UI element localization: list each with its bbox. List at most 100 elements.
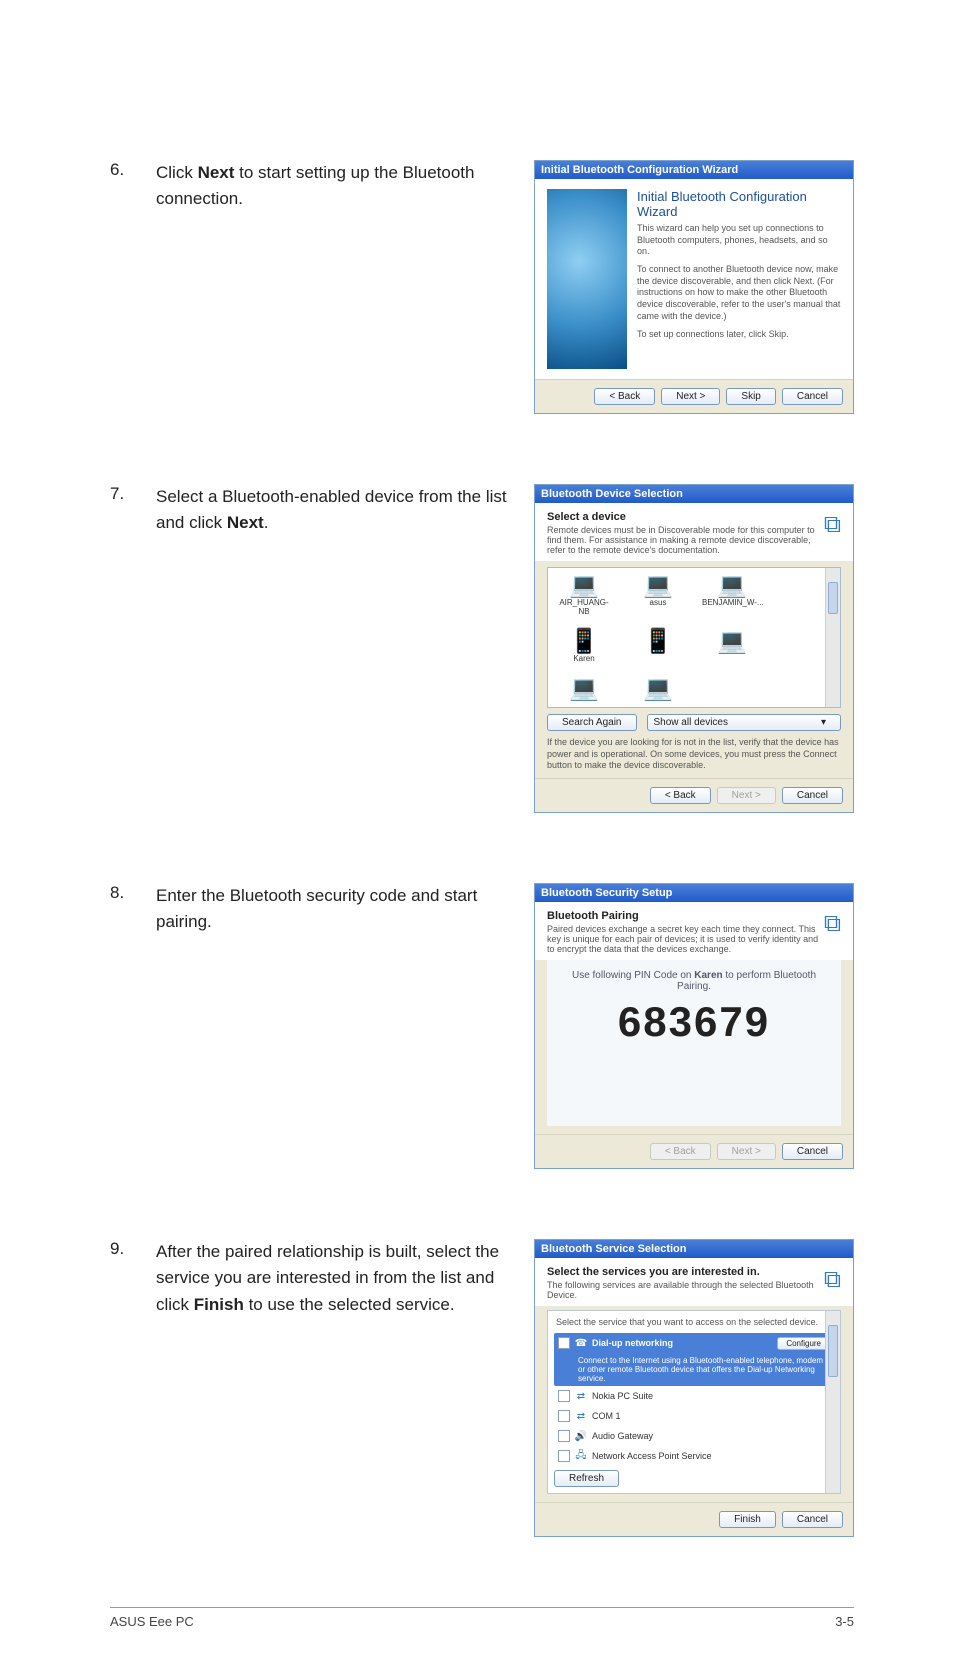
back-button[interactable]: < Back xyxy=(594,388,655,405)
phone-icon: 📱 xyxy=(554,630,614,654)
checkbox[interactable] xyxy=(558,1450,570,1462)
footer-left: ASUS Eee PC xyxy=(110,1614,194,1629)
service-item[interactable]: ⇄COM 1 xyxy=(554,1406,834,1426)
device-label: BENJAMIN_W-... xyxy=(702,598,762,607)
bluetooth-icon: ⧉ xyxy=(824,910,841,954)
service-item[interactable]: ⇄Nokia PC Suite xyxy=(554,1386,834,1406)
device-item[interactable]: 💻asus xyxy=(628,574,688,616)
text-fragment: Select a Bluetooth-enabled device from t… xyxy=(156,487,507,532)
step-number: 8. xyxy=(110,883,156,903)
dialog-title: Bluetooth Device Selection xyxy=(535,485,853,503)
checkbox[interactable] xyxy=(558,1430,570,1442)
service-list: Select the service that you want to acce… xyxy=(547,1310,841,1494)
step-8: 8. Enter the Bluetooth security code and… xyxy=(110,883,854,1169)
dialog-subtitle: Bluetooth Pairing xyxy=(547,910,639,922)
device-item[interactable]: 💻 xyxy=(628,677,688,701)
laptop-icon: 💻 xyxy=(702,574,762,598)
device-label: Karen xyxy=(554,654,614,663)
service-label: Dial-up networking xyxy=(592,1338,673,1348)
pin-instruction: Use following PIN Code on Karen to perfo… xyxy=(557,970,831,992)
checkbox[interactable] xyxy=(558,1390,570,1402)
dialog-subtext: Remote devices must be in Discoverable m… xyxy=(547,525,824,555)
back-button: < Back xyxy=(650,1143,711,1160)
select-value: Show all devices xyxy=(654,717,728,728)
show-devices-select[interactable]: Show all devices ▾ xyxy=(647,714,842,731)
screenshot-wizard-initial: Initial Bluetooth Configuration Wizard I… xyxy=(534,160,854,414)
network-icon: ☎ xyxy=(574,1336,588,1350)
pin-target-name: Karen xyxy=(694,970,722,981)
laptop-icon: 💻 xyxy=(702,630,762,654)
step-text: Enter the Bluetooth security code and st… xyxy=(156,883,534,936)
search-again-button[interactable]: Search Again xyxy=(547,714,637,731)
text-fragment: Use following PIN Code on xyxy=(572,970,694,981)
step-text: Select a Bluetooth-enabled device from t… xyxy=(156,484,534,537)
wizard-paragraph: To set up connections later, click Skip. xyxy=(637,329,841,341)
service-item-dialup[interactable]: ☎ Dial-up networking Configure Connect t… xyxy=(554,1333,834,1386)
refresh-button[interactable]: Refresh xyxy=(554,1470,619,1487)
configure-button[interactable]: Configure xyxy=(777,1337,830,1350)
laptop-icon: 💻 xyxy=(628,677,688,701)
cancel-button[interactable]: Cancel xyxy=(782,1143,843,1160)
checkbox[interactable] xyxy=(558,1337,570,1349)
text-bold: Next xyxy=(198,163,235,182)
dialog-subtitle: Select the services you are interested i… xyxy=(547,1266,760,1278)
service-description: Connect to the Internet using a Bluetoot… xyxy=(578,1356,830,1383)
checkbox[interactable] xyxy=(558,1410,570,1422)
device-item[interactable]: 💻AIR_HUANG-NB xyxy=(554,574,614,616)
device-label: AIR_HUANG-NB xyxy=(554,598,614,616)
step-number: 7. xyxy=(110,484,156,504)
step-text: After the paired relationship is built, … xyxy=(156,1239,534,1318)
next-button[interactable]: Next > xyxy=(717,787,776,804)
dialog-subtext: Paired devices exchange a secret key eac… xyxy=(547,924,824,954)
dialog-title: Bluetooth Service Selection xyxy=(535,1240,853,1258)
cancel-button[interactable]: Cancel xyxy=(782,787,843,804)
device-item[interactable]: 💻 xyxy=(702,630,762,663)
page-content: 6. Click Next to start setting up the Bl… xyxy=(0,0,954,1607)
device-label: asus xyxy=(628,598,688,607)
scrollbar[interactable] xyxy=(825,1311,840,1493)
network-icon: 🖧 xyxy=(574,1449,588,1463)
serial-icon: ⇄ xyxy=(574,1389,588,1403)
device-item[interactable]: 📱 xyxy=(628,630,688,663)
wizard-paragraph: To connect to another Bluetooth device n… xyxy=(637,264,841,322)
dialog-title: Initial Bluetooth Configuration Wizard xyxy=(535,161,853,179)
screenshot-security-setup: Bluetooth Security Setup Bluetooth Pairi… xyxy=(534,883,854,1169)
step-number: 9. xyxy=(110,1239,156,1259)
step-text: Click Next to start setting up the Bluet… xyxy=(156,160,534,213)
serial-icon: ⇄ xyxy=(574,1409,588,1423)
next-button[interactable]: Next > xyxy=(661,388,720,405)
footer-page-number: 3-5 xyxy=(835,1614,854,1629)
wizard-paragraph: This wizard can help you set up connecti… xyxy=(637,223,841,258)
laptop-icon: 💻 xyxy=(554,574,614,598)
page-footer: ASUS Eee PC 3-5 xyxy=(110,1607,854,1659)
device-item[interactable]: 💻BENJAMIN_W-... xyxy=(702,574,762,616)
service-hint: Select the service that you want to acce… xyxy=(556,1317,834,1327)
finish-button[interactable]: Finish xyxy=(719,1511,776,1528)
dialog-title: Bluetooth Security Setup xyxy=(535,884,853,902)
service-item[interactable]: 🖧Network Access Point Service xyxy=(554,1446,834,1466)
bluetooth-icon: ⧉ xyxy=(824,511,841,555)
skip-button[interactable]: Skip xyxy=(726,388,775,405)
device-item[interactable]: 💻 xyxy=(554,677,614,701)
dialog-note: If the device you are looking for is not… xyxy=(547,737,841,772)
service-label: Audio Gateway xyxy=(592,1431,653,1441)
chevron-down-icon: ▾ xyxy=(821,717,826,728)
cancel-button[interactable]: Cancel xyxy=(782,388,843,405)
next-button: Next > xyxy=(717,1143,776,1160)
device-item[interactable]: 📱Karen xyxy=(554,630,614,663)
screenshot-device-selection: Bluetooth Device Selection Select a devi… xyxy=(534,484,854,813)
text-fragment: Click xyxy=(156,163,198,182)
phone-icon: 📱 xyxy=(628,630,688,654)
step-9: 9. After the paired relationship is buil… xyxy=(110,1239,854,1537)
dialog-subtext: The following services are available thr… xyxy=(547,1280,824,1300)
wizard-sidebar-graphic xyxy=(547,189,627,369)
dialog-subtitle: Select a device xyxy=(547,511,626,523)
wizard-heading: Initial Bluetooth Configuration Wizard xyxy=(637,189,841,219)
audio-icon: 🔊 xyxy=(574,1429,588,1443)
device-list[interactable]: 💻AIR_HUANG-NB 💻asus 💻BENJAMIN_W-... 📱Kar… xyxy=(547,567,841,708)
service-item[interactable]: 🔊 Audio Gateway xyxy=(554,1426,834,1446)
text-fragment: to use the selected service. xyxy=(244,1295,455,1314)
back-button[interactable]: < Back xyxy=(650,787,711,804)
scrollbar[interactable] xyxy=(825,568,840,707)
cancel-button[interactable]: Cancel xyxy=(782,1511,843,1528)
